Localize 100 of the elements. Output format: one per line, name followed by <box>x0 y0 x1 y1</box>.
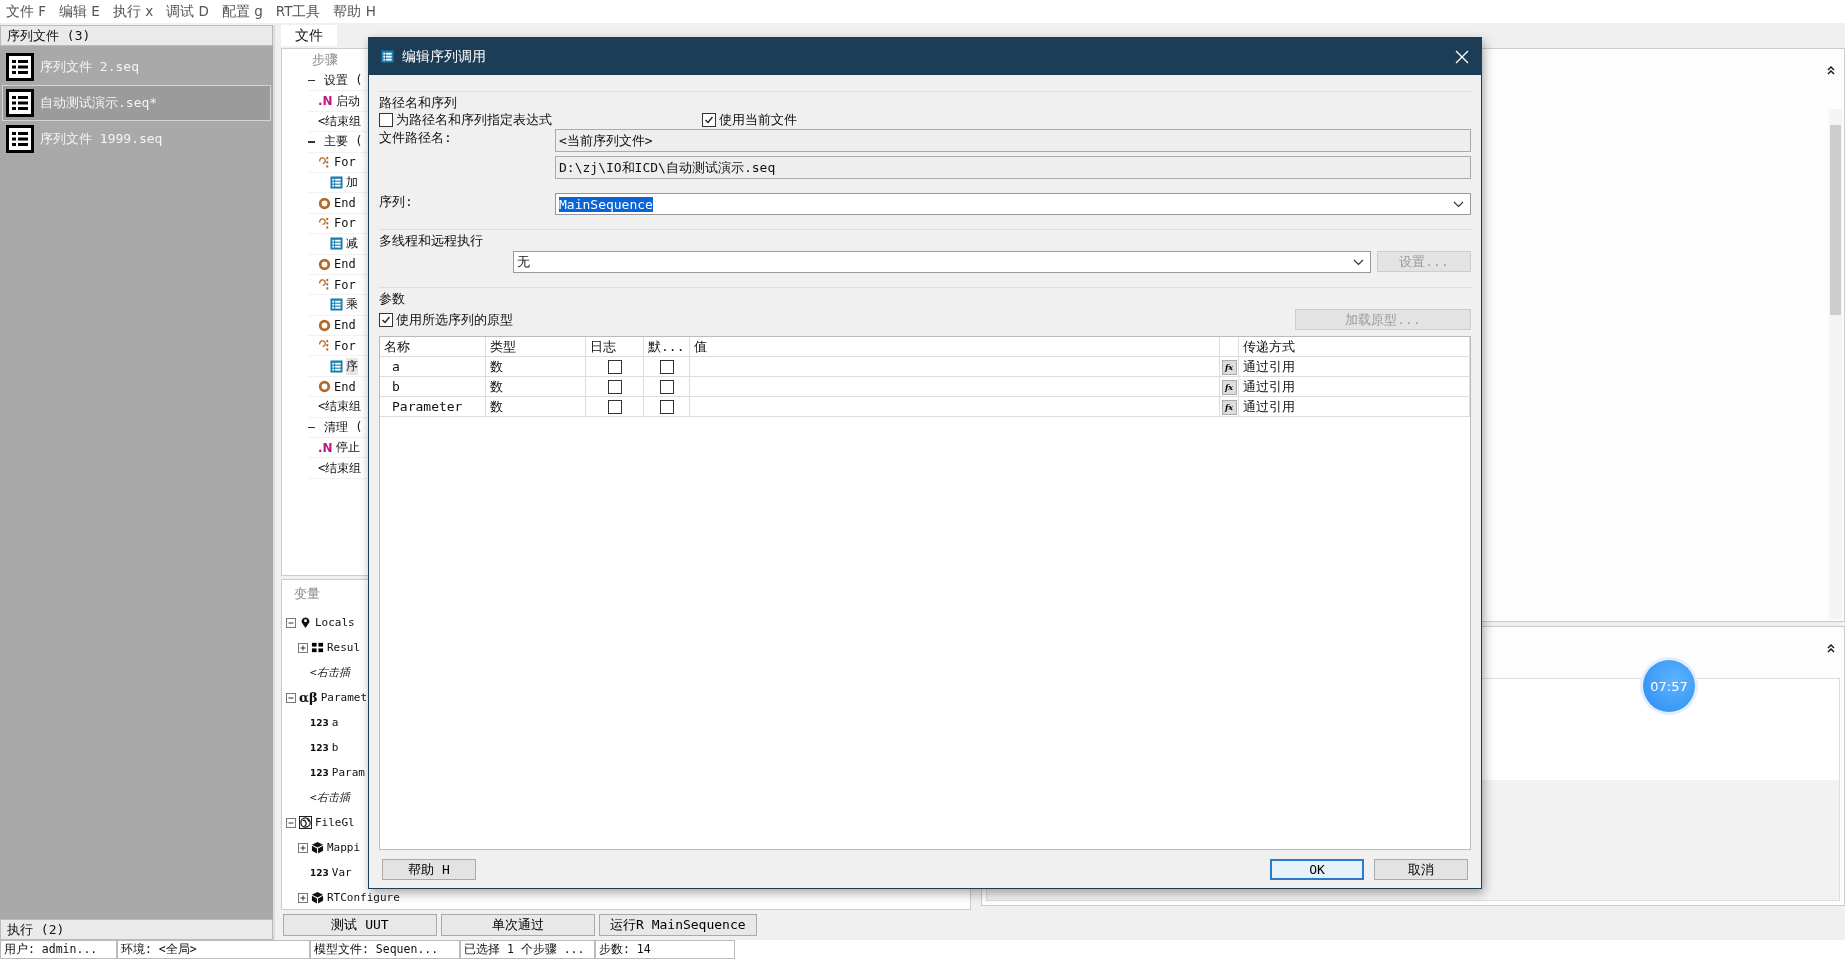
table-cell: 通过引用 <box>1239 397 1470 416</box>
variable-label[interactable]: Paramet <box>320 691 367 704</box>
step-label[interactable]: 清理 ( <box>324 418 363 436</box>
checkbox[interactable] <box>607 359 622 374</box>
step-label[interactable]: End <box>334 379 356 394</box>
dropdown-caret-icon[interactable] <box>1453 200 1464 208</box>
menu-item[interactable]: RT工具 <box>275 2 321 21</box>
checkbox[interactable] <box>702 113 716 127</box>
step-label[interactable]: 减 <box>346 235 358 253</box>
toolbar-button[interactable]: 单次通过 <box>441 914 595 936</box>
menu-item[interactable]: 帮助 H <box>333 2 376 21</box>
variable-label[interactable]: <右击插 <box>310 790 350 805</box>
column-header[interactable]: 传递方式 <box>1239 337 1470 356</box>
step-label[interactable]: 主要 ( <box>324 133 363 151</box>
list-icon <box>330 298 343 312</box>
toolbar-button[interactable]: 运行R MainSequence <box>599 914 757 936</box>
collapse-icon[interactable] <box>308 79 315 82</box>
checkbox[interactable] <box>379 312 393 327</box>
section-title: 路径名和序列 <box>379 94 458 111</box>
column-header[interactable]: 日志 <box>586 337 644 356</box>
list-icon <box>330 359 343 373</box>
variable-label[interactable]: Locals <box>315 616 355 629</box>
column-header[interactable]: 默... <box>644 337 690 356</box>
menu-item[interactable]: 调试 D <box>166 2 209 21</box>
checkbox-label[interactable]: 使用所选序列的原型 <box>396 310 513 329</box>
expression-button[interactable]: fx <box>1221 359 1237 375</box>
variable-label[interactable]: Param <box>331 766 365 779</box>
step-label[interactable]: <结束组 <box>318 112 362 130</box>
variable-label[interactable]: Mappi <box>327 841 361 854</box>
menu-item[interactable]: 配置 g <box>221 2 263 21</box>
expand-icon[interactable] <box>298 892 308 903</box>
checkbox[interactable] <box>659 359 674 374</box>
type-label: 123 <box>310 767 329 778</box>
sequence-dropdown[interactable]: MainSequence <box>555 193 1471 215</box>
pin-icon <box>299 616 312 629</box>
step-label[interactable]: <结束组 <box>318 398 362 416</box>
variable-label[interactable]: Var <box>331 866 352 879</box>
type-label: 123 <box>310 742 329 753</box>
variable-label[interactable]: FileGl <box>315 816 355 829</box>
step-label[interactable]: 序 <box>346 357 358 375</box>
column-header[interactable]: 类型 <box>486 337 586 356</box>
text-field[interactable]: D:\zj\IO和ICD\自动测试演示.seq <box>555 156 1471 179</box>
panel-title: 变量 <box>293 585 320 603</box>
scrollbar[interactable] <box>1829 109 1842 619</box>
collapse-icon[interactable] <box>1826 65 1836 75</box>
step-label[interactable]: For <box>334 155 356 170</box>
column-header[interactable]: 名称 <box>380 337 486 356</box>
expression-button[interactable]: fx <box>1221 399 1237 415</box>
toolbar-button[interactable]: 测试 UUT <box>283 914 437 936</box>
dialog-button[interactable]: 取消 <box>1374 858 1468 880</box>
cube-icon <box>311 891 324 904</box>
close-icon[interactable] <box>1455 49 1469 64</box>
step-label[interactable]: For <box>334 277 356 292</box>
column-header: 步骤 <box>311 51 338 69</box>
checkbox[interactable] <box>379 113 393 127</box>
step-label[interactable]: 加 <box>346 174 358 192</box>
menu-item[interactable]: 编辑 E <box>59 2 100 21</box>
menu-item[interactable]: 文件 F <box>6 2 47 21</box>
table-cell: 通过引用 <box>1239 357 1470 376</box>
window-title: 编辑序列调用 <box>402 47 487 66</box>
dialog-button[interactable]: 帮助 H <box>382 858 476 880</box>
step-label[interactable]: 停止 <box>335 439 360 457</box>
expression-button[interactable]: fx <box>1221 379 1237 395</box>
variable-label[interactable]: b <box>331 741 339 754</box>
text-field[interactable]: <当前序列文件> <box>555 129 1471 152</box>
step-label[interactable]: 设置 ( <box>324 72 363 90</box>
step-label[interactable]: For <box>334 338 356 353</box>
variable-label[interactable]: Resul <box>327 641 361 654</box>
checkbox-label[interactable]: 使用当前文件 <box>719 111 797 129</box>
collapse-icon[interactable] <box>308 426 315 429</box>
dialog-button[interactable]: OK <box>1270 858 1364 880</box>
step-label[interactable]: <结束组 <box>318 459 362 477</box>
checkbox-label[interactable]: 为路径名和序列指定表达式 <box>396 111 552 129</box>
checkbox[interactable] <box>607 399 622 414</box>
variable-label[interactable]: RTConfigure <box>327 891 400 904</box>
column-header[interactable]: 值 <box>690 337 1220 356</box>
menu-item[interactable]: 执行 x <box>112 2 154 21</box>
type-label: 123 <box>310 717 329 728</box>
step-label[interactable]: End <box>334 257 356 272</box>
step-label[interactable]: End <box>334 318 356 333</box>
checkbox[interactable] <box>659 379 674 394</box>
table-cell: 数 <box>486 377 586 396</box>
execution-dropdown[interactable]: 无 <box>513 251 1371 273</box>
collapse-icon[interactable] <box>1826 643 1836 653</box>
checkbox[interactable] <box>659 399 674 414</box>
tab[interactable]: 文件 <box>281 25 337 46</box>
loop-icon <box>318 155 331 169</box>
variable-label[interactable]: <右击插 <box>310 665 350 680</box>
status-text: 环境: <全局> <box>117 940 310 959</box>
expand-icon[interactable] <box>298 642 308 653</box>
step-label[interactable]: 乘 <box>346 296 358 314</box>
status-text: 模型文件: Sequen... <box>310 940 460 959</box>
step-label[interactable]: End <box>334 196 356 211</box>
dropdown-caret-icon[interactable] <box>1353 258 1364 266</box>
step-label[interactable]: 启动 <box>335 92 360 110</box>
step-label[interactable]: For <box>334 216 356 231</box>
expand-icon[interactable] <box>298 842 308 853</box>
variable-label[interactable]: a <box>331 716 339 729</box>
panel-title: 执行 (2) <box>0 919 273 940</box>
checkbox[interactable] <box>607 379 622 394</box>
